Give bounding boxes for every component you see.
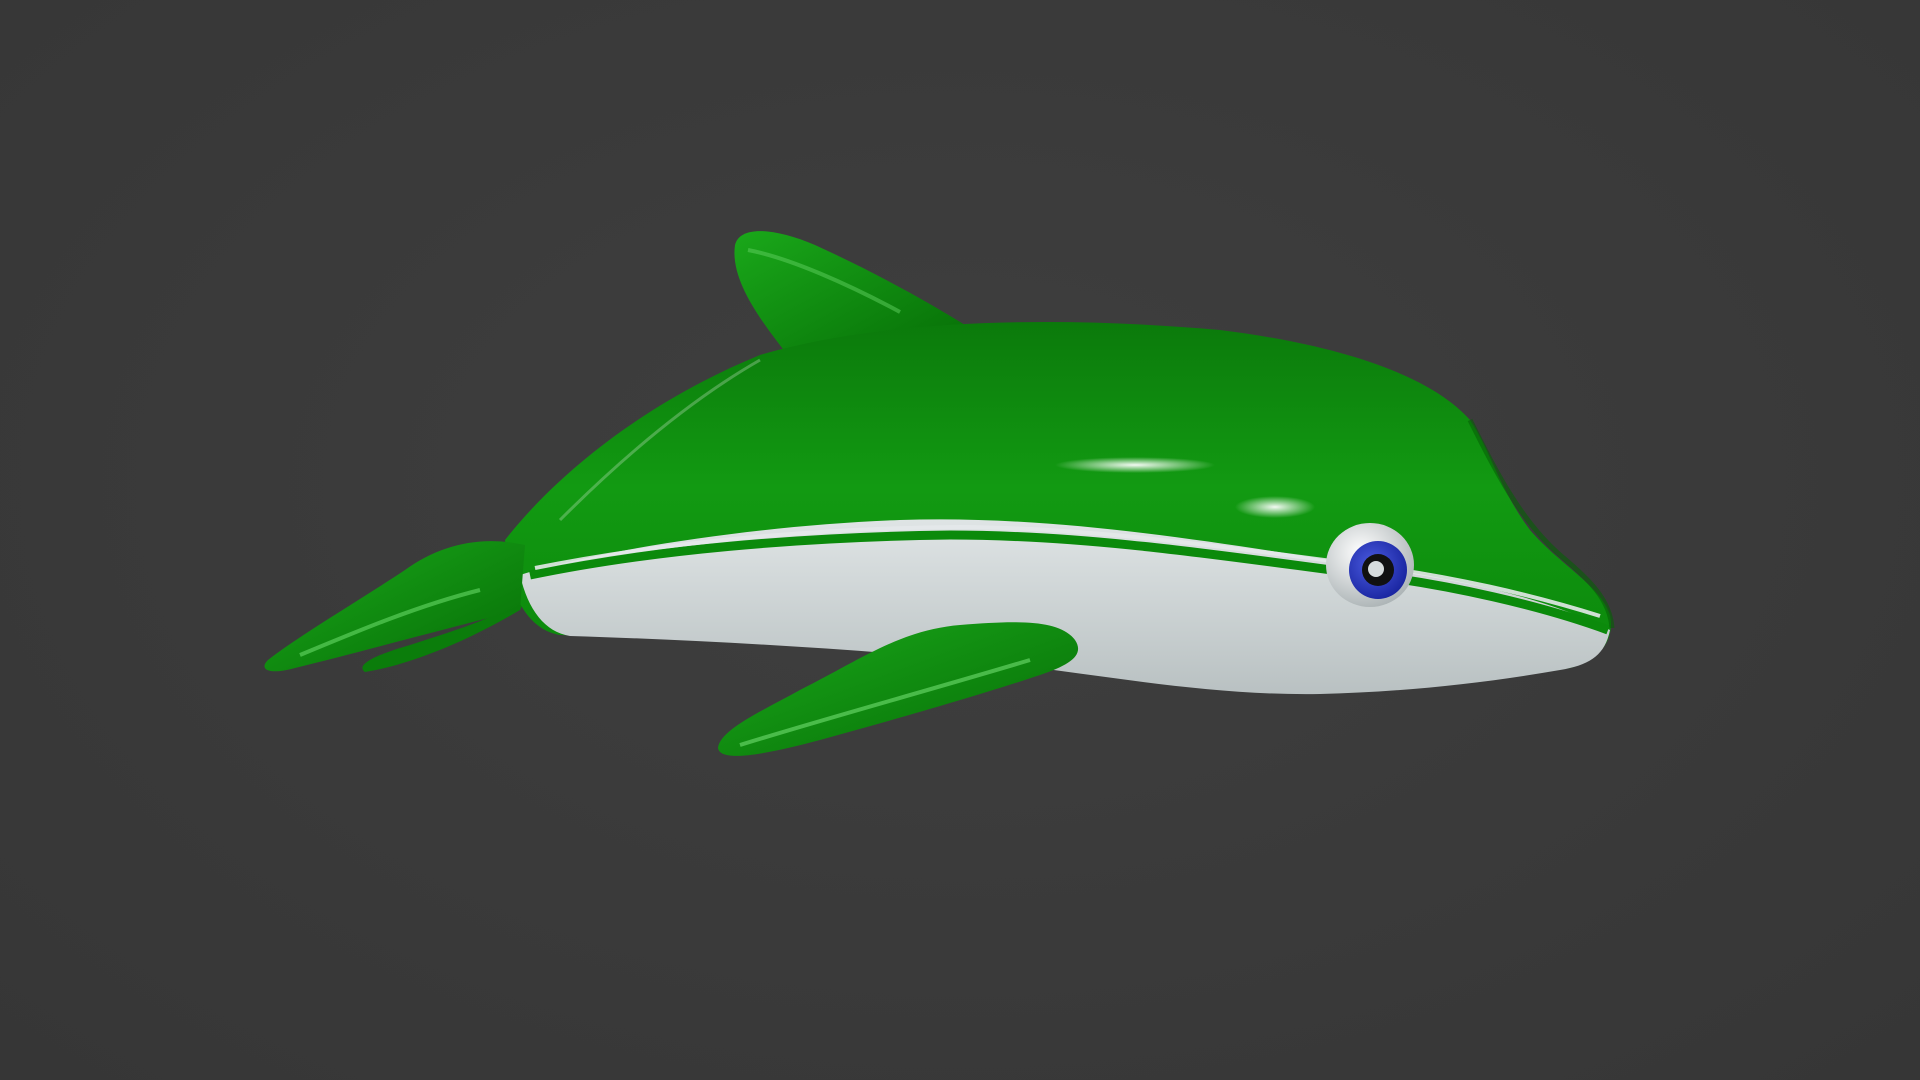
dolphin-model (264, 231, 1615, 756)
render-viewport (0, 0, 1920, 1080)
eye-icon (1326, 523, 1414, 607)
